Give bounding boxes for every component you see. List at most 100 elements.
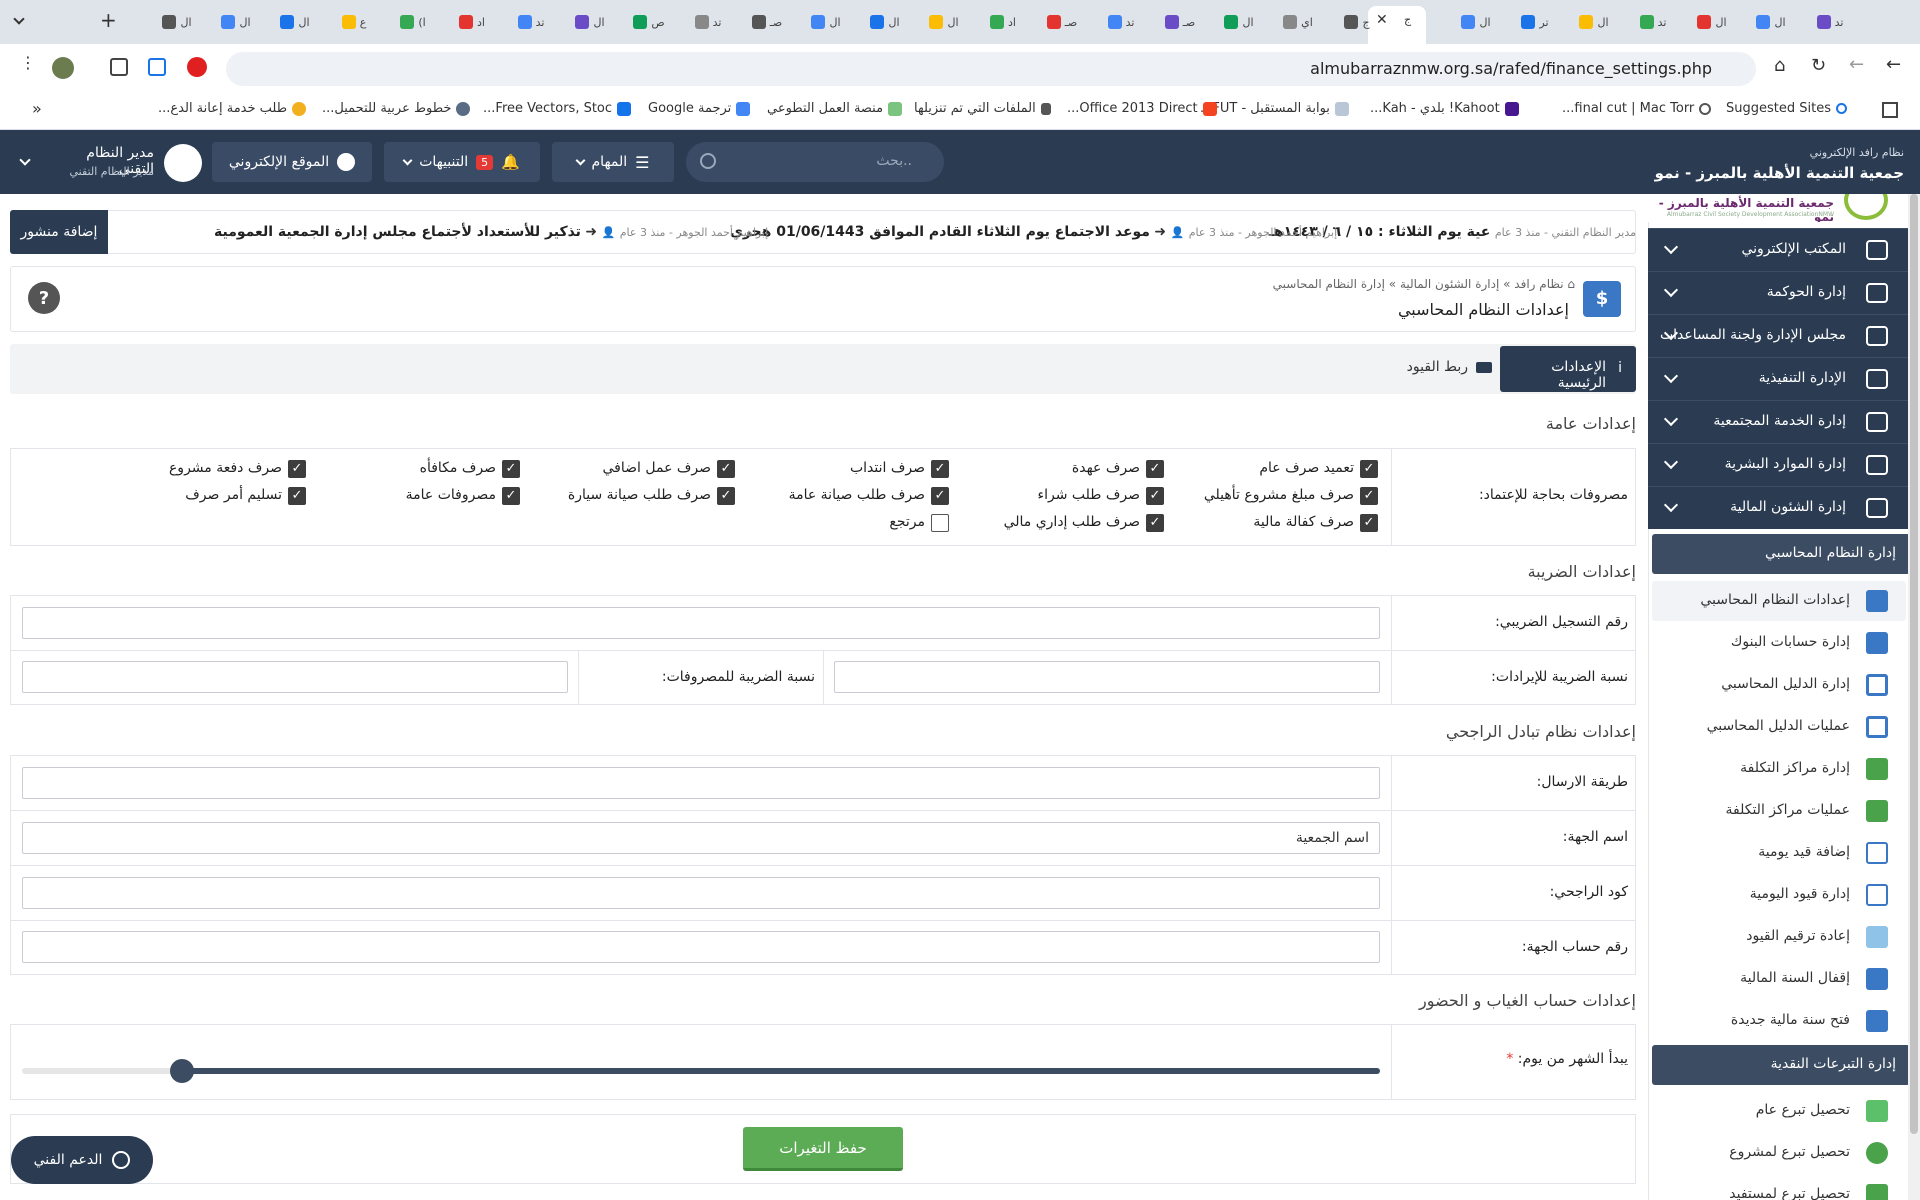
sidebar-item-general-donation[interactable]: تحصيل تبرع عام bbox=[1652, 1091, 1906, 1131]
search-input[interactable]: بحث.. bbox=[876, 153, 912, 169]
sidebar-item-add-journal[interactable]: إضافة قيد يومية bbox=[1652, 833, 1906, 873]
bookmark-kahoot[interactable]: Kahoot! بلدي - Kah... bbox=[1370, 101, 1519, 116]
browser-tab[interactable]: ع bbox=[332, 10, 376, 34]
rajhi-code-input[interactable] bbox=[22, 877, 1380, 909]
browser-tab[interactable]: صـ bbox=[745, 10, 789, 34]
tab-link-entries[interactable]: ربط القيود bbox=[1400, 346, 1496, 392]
browser-tab[interactable]: ال bbox=[568, 10, 612, 34]
checkbox[interactable]: ✓ bbox=[1360, 460, 1378, 478]
checkbox[interactable]: ✓ bbox=[1360, 514, 1378, 532]
sidebar-section-executive[interactable]: الإدارة التنفيذية bbox=[1648, 357, 1908, 400]
browser-tab[interactable]: تد bbox=[509, 10, 553, 34]
sidebar-section-board[interactable]: مجلس الإدارة ولجنة المساعدات bbox=[1648, 314, 1908, 357]
search-box[interactable]: بحث.. bbox=[686, 142, 944, 182]
tax-registration-input[interactable] bbox=[22, 607, 1380, 639]
bookmark-future-gate[interactable]: بوابة المستقبل - FUT... bbox=[1200, 101, 1349, 116]
scrollbar-thumb[interactable] bbox=[1910, 194, 1918, 1134]
sidebar-section-hr[interactable]: إدارة الموارد البشرية bbox=[1648, 443, 1908, 486]
bookmark-free-vectors[interactable]: Free Vectors, Stoc... bbox=[483, 101, 632, 116]
browser-tab[interactable]: ال bbox=[1572, 10, 1616, 34]
browser-tab[interactable]: ال bbox=[1749, 10, 1793, 34]
sidebar-item-beneficiary-donation[interactable]: تحصيل تبرع لمستفيد bbox=[1652, 1175, 1906, 1200]
extension-blue-icon[interactable] bbox=[148, 58, 166, 76]
sidebar-item-cost-center-operations[interactable]: عمليات مراكز التكلفة bbox=[1652, 791, 1906, 831]
breadcrumb-item[interactable]: إدارة الشئون المالية bbox=[1400, 277, 1499, 291]
add-post-button[interactable]: إضافة منشور bbox=[10, 210, 108, 254]
sidebar-item-chart-operations[interactable]: عمليات الدليل المحاسبي bbox=[1652, 707, 1906, 747]
browser-tab[interactable]: ال bbox=[1217, 10, 1261, 34]
browser-tab[interactable]: ال bbox=[863, 10, 907, 34]
sidebar-item-new-year[interactable]: فتح سنة مالية جديدة bbox=[1652, 1001, 1906, 1041]
browser-tab[interactable]: تد bbox=[1631, 10, 1675, 34]
back-icon[interactable]: ← bbox=[1886, 54, 1901, 75]
help-button[interactable]: ? bbox=[28, 282, 60, 314]
browser-tab[interactable]: اد bbox=[450, 10, 494, 34]
browser-tab[interactable]: تد bbox=[686, 10, 730, 34]
entity-name-input[interactable]: اسم الجمعية bbox=[22, 822, 1380, 854]
sidebar-section-community[interactable]: إدارة الخدمة المجتمعية bbox=[1648, 400, 1908, 443]
bookmark-volunteer[interactable]: منصة العمل التطوعي bbox=[767, 101, 903, 116]
url-text[interactable]: almubarraznmw.org.sa/rafed/finance_setti… bbox=[1310, 59, 1712, 78]
sidebar-item-accounting-settings[interactable]: إعدادات النظام المحاسبي bbox=[1652, 581, 1906, 621]
support-button[interactable]: الدعم الفني bbox=[11, 1136, 153, 1184]
entity-account-input[interactable] bbox=[22, 931, 1380, 963]
website-button[interactable]: الموقع الإلكتروني bbox=[212, 142, 372, 182]
tab-main-settings[interactable]: i الإعدادات الرئيسية bbox=[1500, 346, 1636, 392]
new-tab-button[interactable]: + bbox=[100, 8, 117, 32]
browser-tab[interactable]: ال bbox=[155, 10, 199, 34]
checkbox[interactable]: ✓ bbox=[1146, 514, 1164, 532]
bookmark-support-request[interactable]: طلب خدمة إعانة الدع... bbox=[158, 101, 307, 116]
breadcrumb-item[interactable]: إدارة النظام المحاسبي bbox=[1273, 277, 1385, 291]
extension-red-icon[interactable] bbox=[187, 57, 207, 77]
alerts-button[interactable]: 🔔 5 التنبيهات bbox=[384, 142, 540, 182]
extensions-icon[interactable] bbox=[110, 58, 128, 76]
sidebar-group-cash-donations[interactable]: إدارة التبرعات النقدية bbox=[1652, 1045, 1910, 1085]
org-name[interactable]: جمعية التنمية الأهلية بالمبرز - نمو bbox=[1655, 164, 1904, 182]
sidebar-item-journals[interactable]: إدارة قيود اليومية bbox=[1652, 875, 1906, 915]
forward-icon[interactable]: ← bbox=[1849, 54, 1864, 75]
expense-tax-input[interactable] bbox=[22, 661, 568, 693]
sidebar-section-finance[interactable]: إدارة الشئون المالية bbox=[1648, 486, 1908, 529]
sidebar-item-bank-accounts[interactable]: إدارة حسابات البنوك bbox=[1652, 623, 1906, 663]
browser-tab[interactable]: ال bbox=[804, 10, 848, 34]
checkbox[interactable]: ✓ bbox=[502, 487, 520, 505]
bookmark-suggested-sites[interactable]: Suggested Sites bbox=[1726, 101, 1847, 116]
user-avatar[interactable] bbox=[164, 144, 202, 182]
browser-tab[interactable]: ص bbox=[627, 10, 671, 34]
home-icon[interactable]: ⌂ bbox=[1774, 55, 1785, 76]
browser-tab[interactable]: ال bbox=[1690, 10, 1734, 34]
browser-tab[interactable]: ال bbox=[273, 10, 317, 34]
checkbox[interactable]: ✓ bbox=[931, 487, 949, 505]
reload-icon[interactable]: ↻ bbox=[1811, 55, 1826, 76]
sidebar-group-accounting[interactable]: إدارة النظام المحاسبي bbox=[1652, 534, 1910, 574]
sidebar-item-close-year[interactable]: إقفال السنة المالية bbox=[1652, 959, 1906, 999]
browser-tab[interactable]: ال bbox=[214, 10, 258, 34]
sidebar-item-cost-centers[interactable]: إدارة مراكز التكلفة bbox=[1652, 749, 1906, 789]
sidebar-section-governance[interactable]: إدارة الحوكمة bbox=[1648, 271, 1908, 314]
profile-avatar[interactable] bbox=[52, 57, 74, 79]
sidebar-item-project-donation[interactable]: تحصيل تبرع لمشروع bbox=[1652, 1133, 1906, 1173]
browser-tab[interactable]: تر bbox=[1513, 10, 1557, 34]
bookmark-final-cut[interactable]: final cut | Mac Torr... bbox=[1562, 101, 1712, 116]
browser-tab[interactable]: ج bbox=[1335, 10, 1379, 34]
checkbox[interactable]: ✓ bbox=[1360, 487, 1378, 505]
month-start-slider-handle[interactable] bbox=[170, 1059, 194, 1083]
checkbox[interactable]: ✓ bbox=[502, 460, 520, 478]
bookmark-google-translate[interactable]: ترجمة Google bbox=[648, 101, 751, 116]
bookmark-downloads[interactable]: الملفات التي تم تنزيلها bbox=[914, 101, 1051, 116]
checkbox[interactable]: ✓ bbox=[717, 460, 735, 478]
browser-tab[interactable]: (ا bbox=[391, 10, 435, 34]
browser-tab[interactable]: صـ bbox=[1040, 10, 1084, 34]
bookmark-arabic-fonts[interactable]: خطوط عربية للتحميل... bbox=[322, 101, 471, 116]
tab-search-dropdown-button[interactable] bbox=[10, 12, 30, 32]
send-method-input[interactable] bbox=[22, 767, 1380, 799]
browser-tab[interactable]: تد bbox=[1099, 10, 1143, 34]
checkbox[interactable]: ✓ bbox=[717, 487, 735, 505]
sidebar-section-e-office[interactable]: المكتب الإلكتروني bbox=[1648, 228, 1908, 271]
browser-tab[interactable]: اد bbox=[981, 10, 1025, 34]
save-changes-button[interactable]: حفظ التغيرات bbox=[743, 1127, 903, 1171]
browser-tab[interactable]: ال bbox=[922, 10, 966, 34]
sidebar-item-renumber[interactable]: إعادة ترقيم القيود bbox=[1652, 917, 1906, 957]
apps-icon[interactable] bbox=[1882, 102, 1898, 118]
tasks-button[interactable]: ☰ المهام bbox=[552, 142, 674, 182]
